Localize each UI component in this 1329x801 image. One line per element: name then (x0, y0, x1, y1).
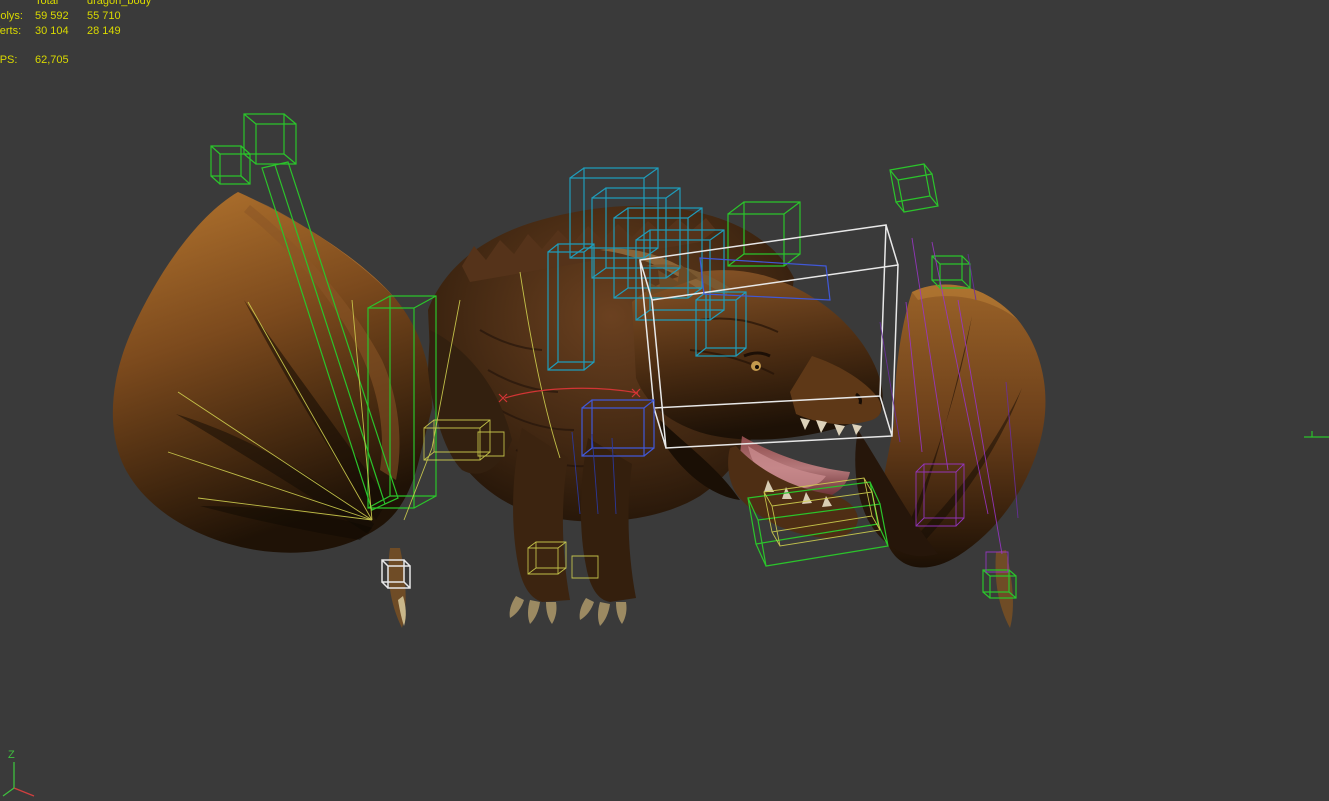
fps-row: FPS: 62,705 (0, 53, 139, 68)
front-leg-right[interactable] (580, 438, 636, 602)
stats-total-header: Total (35, 0, 59, 7)
viewport-3d[interactable]: Total dragon_body Polys: 59 592 55 710 V… (0, 0, 1329, 801)
pupil (755, 365, 759, 369)
fps-label: FPS: (0, 54, 18, 66)
polys-label: Polys: (0, 10, 23, 22)
stats-header-spacer (0, 0, 35, 9)
axis-y-line (2, 787, 15, 797)
verts-total-value: 30 104 (35, 25, 69, 37)
axis-x-line (13, 787, 35, 797)
axis-z-label: Z (8, 749, 15, 761)
edge-clipped-gizmo (1304, 431, 1329, 438)
verts-label: Verts: (0, 25, 22, 37)
polys-total-value: 59 592 (35, 10, 69, 22)
verts-row: Verts: 30 104 28 149 (0, 24, 139, 39)
stats-selection-header: dragon_body (87, 0, 152, 7)
bone-box (931, 255, 971, 289)
right-wing-claw[interactable] (995, 550, 1013, 628)
bone-box (243, 113, 297, 165)
scene-3d[interactable]: Z (0, 0, 1329, 801)
polys-row: Polys: 59 592 55 710 (0, 9, 139, 24)
fps-value: 62,705 (35, 54, 69, 66)
stats-header-row: Total dragon_body (0, 0, 152, 9)
statistics-overlay: Total dragon_body Polys: 59 592 55 710 V… (0, 0, 152, 68)
verts-selection-value: 28 149 (87, 25, 121, 37)
bone-box (889, 163, 939, 213)
polys-selection-value: 55 710 (87, 10, 121, 22)
front-leg-left[interactable] (513, 428, 570, 602)
world-axis-gizmo: Z (2, 749, 35, 797)
